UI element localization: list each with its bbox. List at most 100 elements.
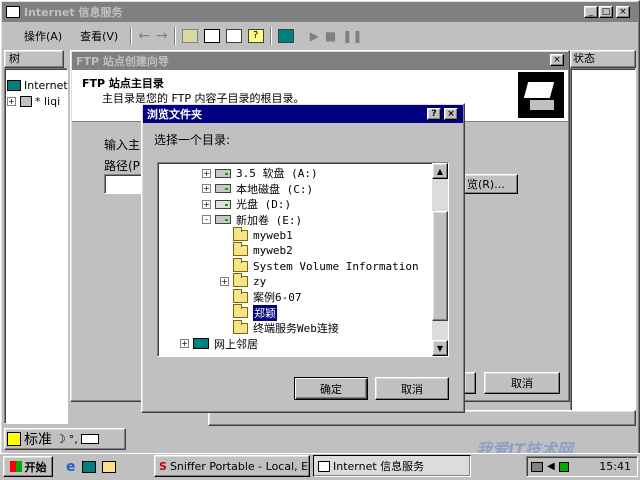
status-header-label: 状态 (573, 52, 595, 65)
browse-cancel-label: 取消 (401, 382, 423, 396)
shield-tray-icon[interactable] (558, 461, 569, 472)
folder-tree-item[interactable]: + zy (220, 273, 267, 290)
browse-button-label: 览(R)... (467, 178, 505, 191)
forward-icon[interactable]: → (156, 28, 168, 44)
expand-icon[interactable]: + (220, 277, 229, 286)
scroll-up-button[interactable]: ▲ (432, 163, 448, 179)
collapse-icon[interactable]: - (202, 215, 211, 224)
folder-tree-item[interactable]: System Volume Information (220, 257, 419, 274)
help-icon[interactable]: ? (247, 29, 264, 43)
tree-pane: Internet + * liqi (4, 68, 68, 424)
folder-tree-item[interactable]: myweb2 (220, 242, 293, 259)
ime-logo-icon[interactable] (7, 432, 21, 446)
folder-tree-item[interactable]: 终端服务Web连接 (220, 319, 339, 336)
export-icon[interactable] (225, 29, 242, 43)
browse-close-button[interactable]: × (444, 108, 458, 120)
volume-icon[interactable]: ◀ (547, 461, 555, 472)
folder-icon (233, 226, 248, 241)
maximize-button[interactable]: □ (599, 6, 613, 18)
scroll-down-button[interactable]: ▼ (432, 340, 448, 356)
taskbar-task-sniffer[interactable]: S Sniffer Portable - Local, E... (154, 455, 310, 477)
folder-tree-item[interactable]: 郑颖 (220, 304, 277, 321)
folder-tree-label: zy (253, 275, 267, 288)
outlook-icon[interactable] (101, 461, 116, 473)
ok-button-label: 确定 (320, 382, 342, 396)
windows-logo-icon (9, 461, 22, 472)
scroll-thumb[interactable] (432, 211, 448, 321)
up-folder-icon[interactable] (181, 29, 198, 43)
app-icon (6, 6, 20, 18)
folder-tree-label: 光盘 (D:) (236, 198, 292, 211)
wizard-cancel-label: 取消 (511, 377, 533, 390)
browse-button[interactable]: 览(R)... (464, 174, 518, 194)
detail-pane (570, 68, 636, 424)
folder-tree-label: 案例6-07 (253, 291, 302, 304)
folder-tree-item[interactable]: + 本地磁盘 (C:) (202, 181, 313, 197)
vertical-scrollbar[interactable]: ▲ ▼ (432, 163, 448, 356)
pause-icon[interactable]: ❚❚ (342, 29, 362, 43)
show-tree-icon[interactable] (203, 29, 220, 43)
menu-view[interactable]: 查看(V) (74, 28, 124, 44)
path-input[interactable] (104, 174, 144, 194)
folder-icon (233, 304, 248, 318)
minimize-button[interactable]: _ (584, 6, 598, 18)
expand-icon[interactable]: + (7, 96, 16, 106)
toolbar: 操作(A) 查看(V) ← → ? ▶ ■ ❚❚ (4, 24, 636, 48)
ie-icon[interactable]: e (66, 459, 76, 475)
folder-tree: +3.5 软盘 (A:) + 本地磁盘 (C:) + 光盘 (D:) - 新加卷 (E:) m… (157, 162, 449, 357)
folder-icon (233, 257, 248, 272)
computer-icon[interactable] (277, 29, 294, 43)
browse-dialog-titlebar[interactable]: 浏览文件夹 (143, 105, 463, 123)
wizard-cancel-button[interactable]: 取消 (484, 372, 560, 394)
expand-icon[interactable]: + (180, 339, 189, 348)
browse-cancel-button[interactable]: 取消 (375, 377, 449, 400)
folder-tree-item[interactable]: + 网上邻居 (180, 336, 258, 352)
tree-pane-header: 树 (4, 50, 64, 68)
folder-tree-item[interactable]: 案例6-07 (220, 288, 302, 305)
status-column-header[interactable]: 状态 (570, 50, 636, 68)
tree-item-internet[interactable]: Internet (7, 77, 68, 93)
main-window-titlebar[interactable]: Internet 信息服务 (2, 2, 638, 22)
moon-icon[interactable]: ☽ (55, 432, 66, 446)
wizard-close-button[interactable]: × (550, 54, 564, 66)
folder-tree-item[interactable]: + 光盘 (D:) (202, 196, 291, 212)
menu-action[interactable]: 操作(A) (18, 28, 68, 44)
start-button[interactable]: 开始 (3, 456, 53, 477)
hard-drive-icon (215, 215, 231, 224)
folder-icon (233, 242, 248, 256)
ftp-wizard-title: FTP 站点创建向导 (76, 55, 169, 68)
expand-icon[interactable]: + (202, 184, 211, 193)
wizard-next-button[interactable] (464, 372, 476, 394)
folder-tree-item[interactable]: +3.5 软盘 (A:) (202, 165, 318, 181)
desktop-icon[interactable] (81, 461, 96, 473)
clock: 15:41 (599, 460, 631, 473)
toolbar-separator (173, 27, 176, 45)
folder-tree-label: myweb1 (253, 228, 293, 242)
browse-dialog-title: 浏览文件夹 (147, 108, 202, 121)
sniffer-icon: S (159, 459, 167, 473)
expand-icon[interactable]: + (202, 168, 211, 178)
folder-tree-item[interactable]: - 新加卷 (E:) (202, 212, 302, 228)
taskbar-task-iis[interactable]: Internet 信息服务 (313, 455, 471, 477)
network-tray-icon[interactable] (531, 461, 543, 472)
keyboard-icon[interactable] (80, 434, 99, 444)
ftp-wizard-titlebar[interactable]: FTP 站点创建向导 (72, 52, 568, 70)
start-label: 开始 (24, 460, 47, 474)
close-button[interactable]: × (616, 6, 630, 18)
toolbar-separator (130, 27, 133, 45)
folder-tree-label: 新加卷 (E:) (236, 213, 303, 227)
punctuation-icon[interactable]: °, (69, 433, 78, 446)
browse-prompt: 选择一个目录: (154, 133, 231, 147)
folder-tree-label: System Volume Information (253, 259, 419, 273)
tree-item-server[interactable]: + * liqi (7, 93, 60, 109)
help-button[interactable]: ? (427, 108, 441, 120)
back-icon[interactable]: ← (138, 28, 150, 44)
folder-tree-item[interactable]: myweb1 (220, 226, 293, 243)
play-icon[interactable]: ▶ (310, 29, 319, 43)
stop-icon[interactable]: ■ (325, 29, 336, 43)
computer-icon (7, 79, 21, 91)
ime-mode-label[interactable]: 标准 (24, 429, 52, 449)
hard-drive-icon (215, 184, 231, 193)
ok-button[interactable]: 确定 (294, 377, 368, 400)
expand-icon[interactable]: + (202, 199, 211, 209)
